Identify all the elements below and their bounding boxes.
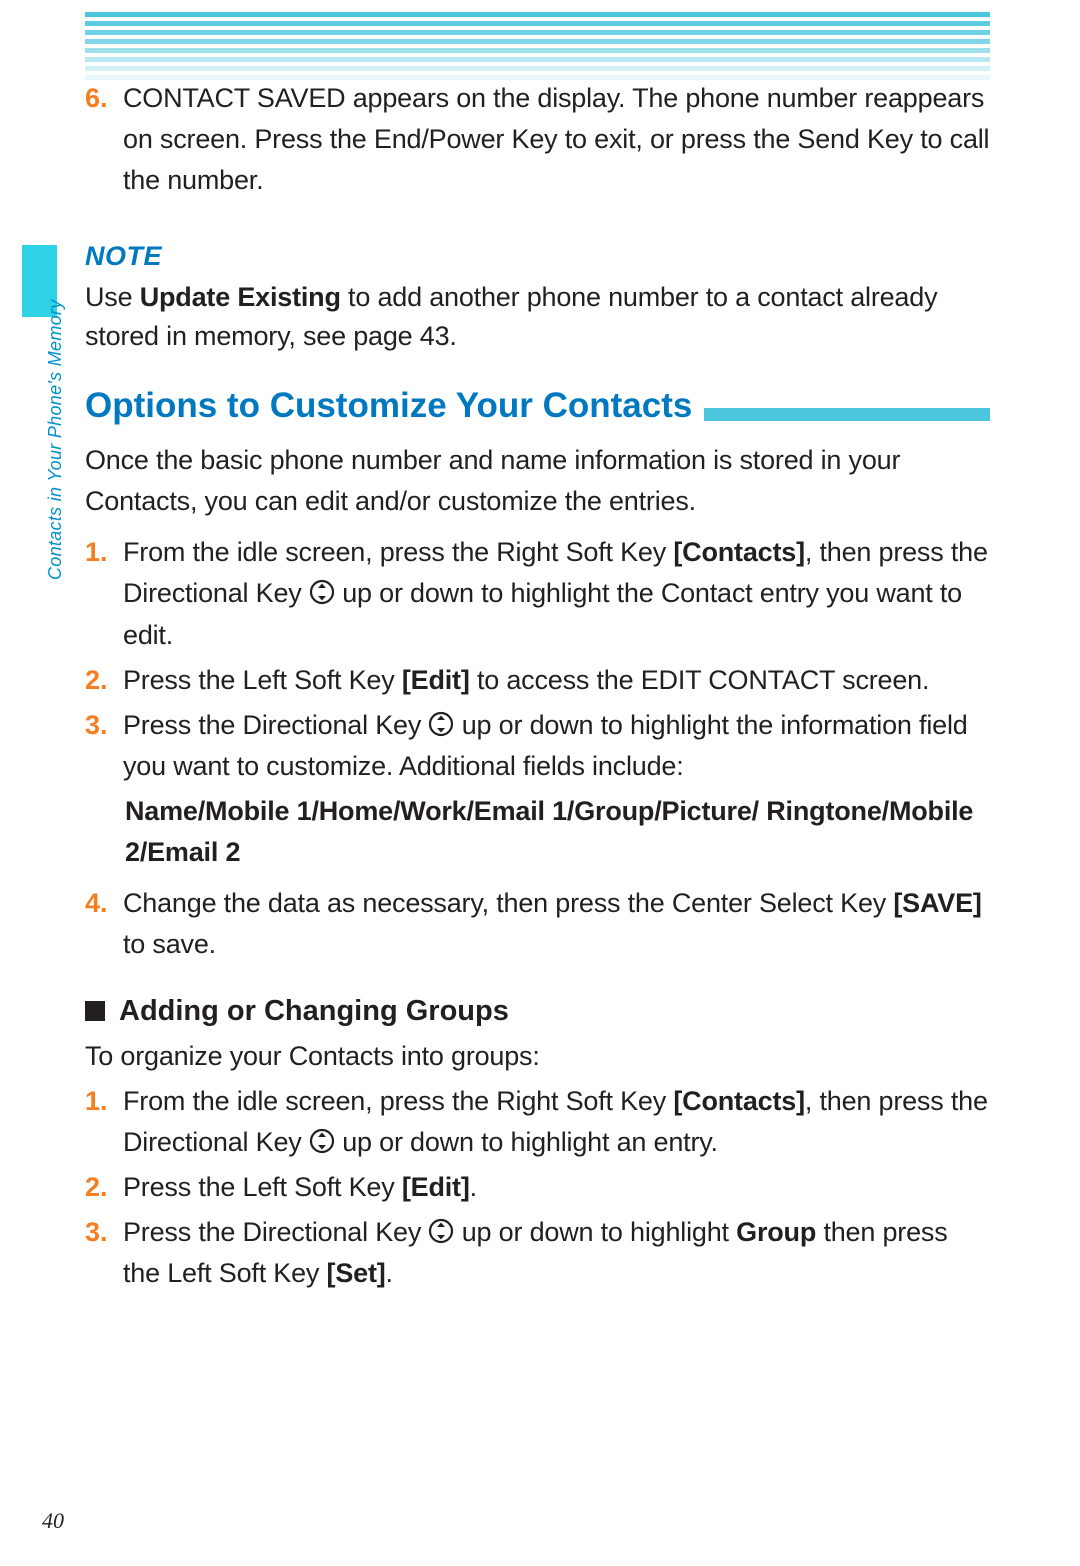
text: Press the Left Soft Key [123,665,402,695]
groups-step-3: 3. Press the Directional Key up or down … [85,1212,990,1294]
top-stripes-decoration [85,12,990,82]
text: up or down to highlight an entry. [335,1127,718,1157]
groups-step-1: 1. From the idle screen, press the Right… [85,1081,990,1163]
sub-heading-text: Adding or Changing Groups [119,995,509,1028]
section-title: Options to Customize Your Contacts [85,386,704,426]
text: Change the data as necessary, then press… [123,888,893,918]
square-bullet-icon [85,1001,105,1021]
list-number: 1. [85,532,113,573]
key-group: Group [736,1217,816,1247]
list-text: CONTACT SAVED appears on the display. Th… [123,78,990,201]
list-number: 3. [85,1212,113,1253]
list-text: Press the Left Soft Key [Edit] to access… [123,660,990,701]
chapter-label: Contacts in Your Phone's Memory [45,299,66,580]
step-6: 6. CONTACT SAVED appears on the display.… [85,78,990,201]
list-number: 6. [85,78,113,119]
key-contacts: [Contacts] [673,1086,805,1116]
field-list: Name/Mobile 1/Home/Work/Email 1/Group/Pi… [85,791,990,873]
list-text: Press the Left Soft Key [Edit]. [123,1167,990,1208]
note-body: Use Update Existing to add another phone… [85,278,990,356]
groups-intro: To organize your Contacts into groups: [85,1036,990,1077]
customize-step-3: 3. Press the Directional Key up or down … [85,705,990,787]
directional-key-icon [428,711,454,737]
directional-key-icon [428,1218,454,1244]
list-number: 2. [85,660,113,701]
key-set: [Set] [327,1258,386,1288]
field-list-bold: Name/Mobile 1/Home/Work/Email 1/Group/Pi… [125,796,973,867]
list-number: 1. [85,1081,113,1122]
text: Press the Left Soft Key [123,1172,402,1202]
groups-step-2: 2. Press the Left Soft Key [Edit]. [85,1167,990,1208]
note-pre: Use [85,282,140,312]
list-text: From the idle screen, press the Right So… [123,532,990,655]
text: From the idle screen, press the Right So… [123,1086,673,1116]
list-text: Press the Directional Key up or down to … [123,705,990,787]
text: . [386,1258,393,1288]
page-content: 6. CONTACT SAVED appears on the display.… [85,78,990,1298]
page-number: 40 [42,1508,64,1534]
customize-step-2: 2. Press the Left Soft Key [Edit] to acc… [85,660,990,701]
text: Press the Directional Key [123,1217,428,1247]
list-number: 3. [85,705,113,746]
list-text: Press the Directional Key up or down to … [123,1212,990,1294]
key-edit: [Edit] [402,665,470,695]
list-number: 2. [85,1167,113,1208]
customize-step-1: 1. From the idle screen, press the Right… [85,532,990,655]
directional-key-icon [309,1128,335,1154]
list-number: 4. [85,883,113,924]
section-heading: Options to Customize Your Contacts [85,386,990,426]
list-text: Change the data as necessary, then press… [123,883,990,965]
customize-step-4: 4. Change the data as necessary, then pr… [85,883,990,965]
key-edit: [Edit] [402,1172,470,1202]
text: up or down to highlight [454,1217,736,1247]
key-contacts: [Contacts] [673,537,805,567]
sub-heading: Adding or Changing Groups [85,995,990,1028]
manual-page: Contacts in Your Phone's Memory 6. CONTA… [0,0,1080,1566]
text: to access the EDIT CONTACT screen. [470,665,930,695]
list-text: From the idle screen, press the Right So… [123,1081,990,1163]
text: to save. [123,929,216,959]
text: Press the Directional Key [123,710,428,740]
key-save: [SAVE] [893,888,981,918]
text: From the idle screen, press the Right So… [123,537,673,567]
text: . [470,1172,477,1202]
directional-key-icon [309,579,335,605]
note-bold: Update Existing [140,282,341,312]
note-label: NOTE [85,241,990,272]
section-intro: Once the basic phone number and name inf… [85,440,990,522]
